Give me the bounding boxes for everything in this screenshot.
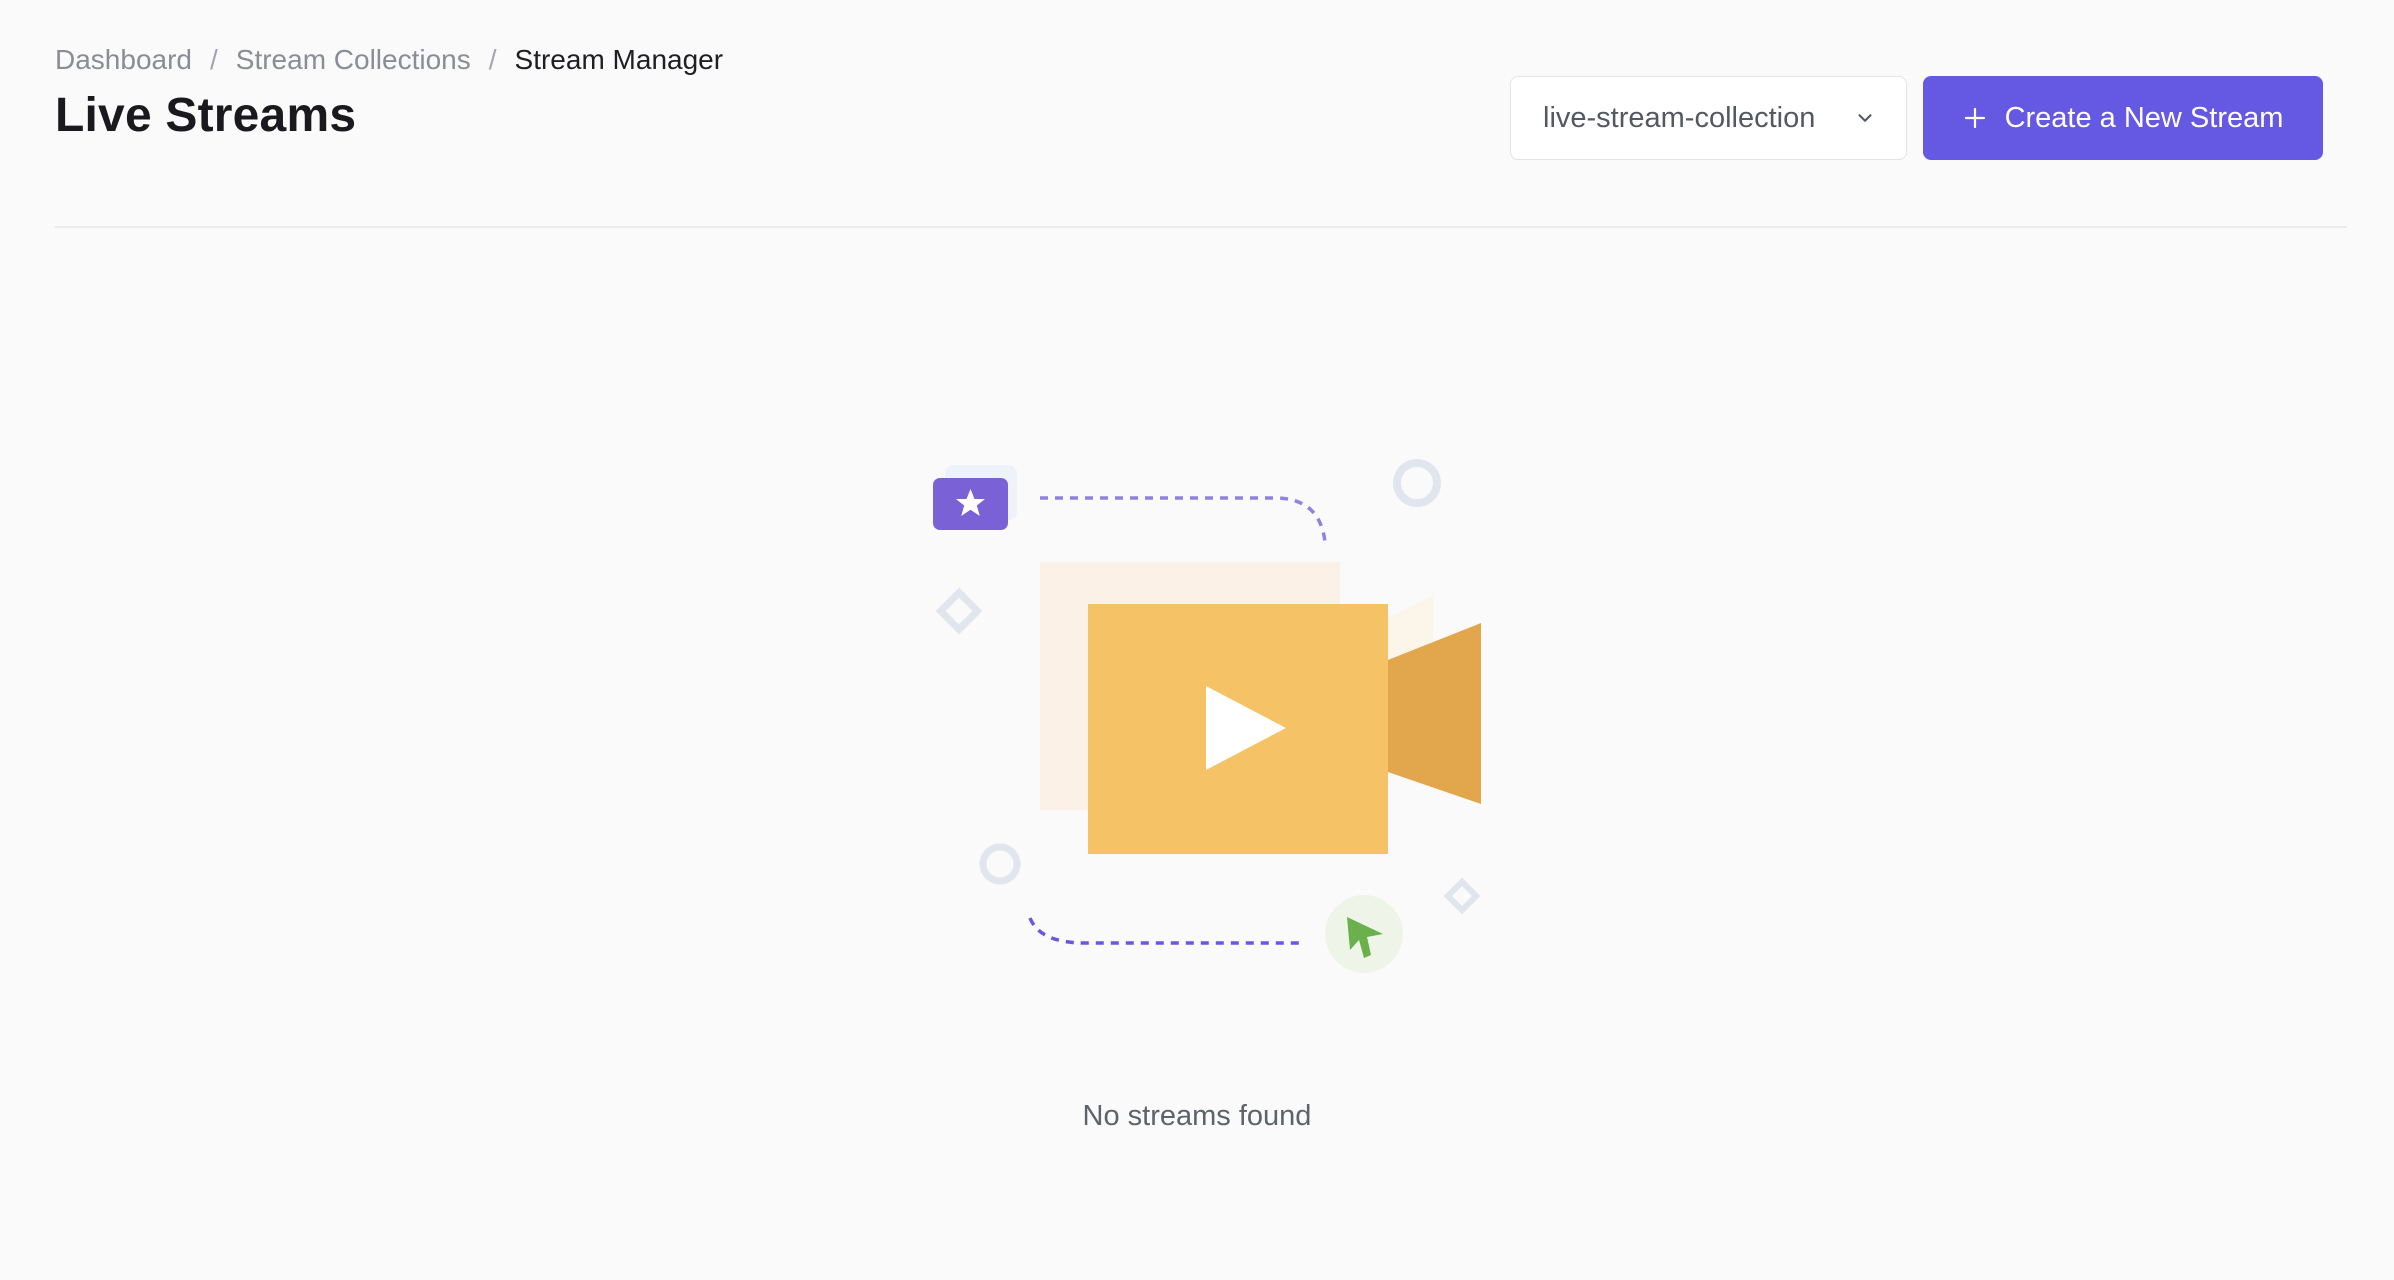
decor-diamond-icon (935, 587, 983, 635)
header-divider (55, 226, 2347, 228)
header-actions: live-stream-collection Create a New Stre… (1510, 76, 2323, 160)
page-header: Dashboard / Stream Collections / Stream … (55, 40, 2339, 160)
decor-diamond-icon (1443, 877, 1481, 915)
create-stream-button[interactable]: Create a New Stream (1923, 76, 2323, 160)
breadcrumb-separator: / (488, 44, 497, 75)
empty-state-message: No streams found (1082, 1100, 1312, 1132)
chevron-down-icon (1858, 114, 1872, 122)
star-badge-icon (933, 465, 1017, 530)
page: Dashboard / Stream Collections / Stream … (0, 0, 2394, 1280)
collection-select-value: live-stream-collection (1543, 101, 1816, 134)
decor-circle-icon (1393, 459, 1441, 507)
decor-circle-icon (979, 843, 1021, 885)
dashed-connector-bottom (1028, 917, 1305, 945)
collection-select[interactable]: live-stream-collection (1510, 76, 1907, 160)
breadcrumb-stream-manager: Stream Manager (514, 44, 724, 75)
empty-state-illustration (933, 459, 1481, 973)
plus-icon (1964, 107, 1985, 129)
breadcrumb-dashboard[interactable]: Dashboard (55, 40, 192, 80)
breadcrumb-separator: / (209, 44, 218, 75)
cursor-badge-icon (1325, 895, 1403, 973)
video-camera-icon (1040, 562, 1481, 854)
breadcrumb-stream-collections[interactable]: Stream Collections (236, 40, 471, 80)
create-stream-button-label: Create a New Stream (2004, 101, 2284, 134)
breadcrumb: Dashboard / Stream Collections / Stream … (55, 40, 2339, 80)
dashed-connector-top (1040, 496, 1327, 543)
